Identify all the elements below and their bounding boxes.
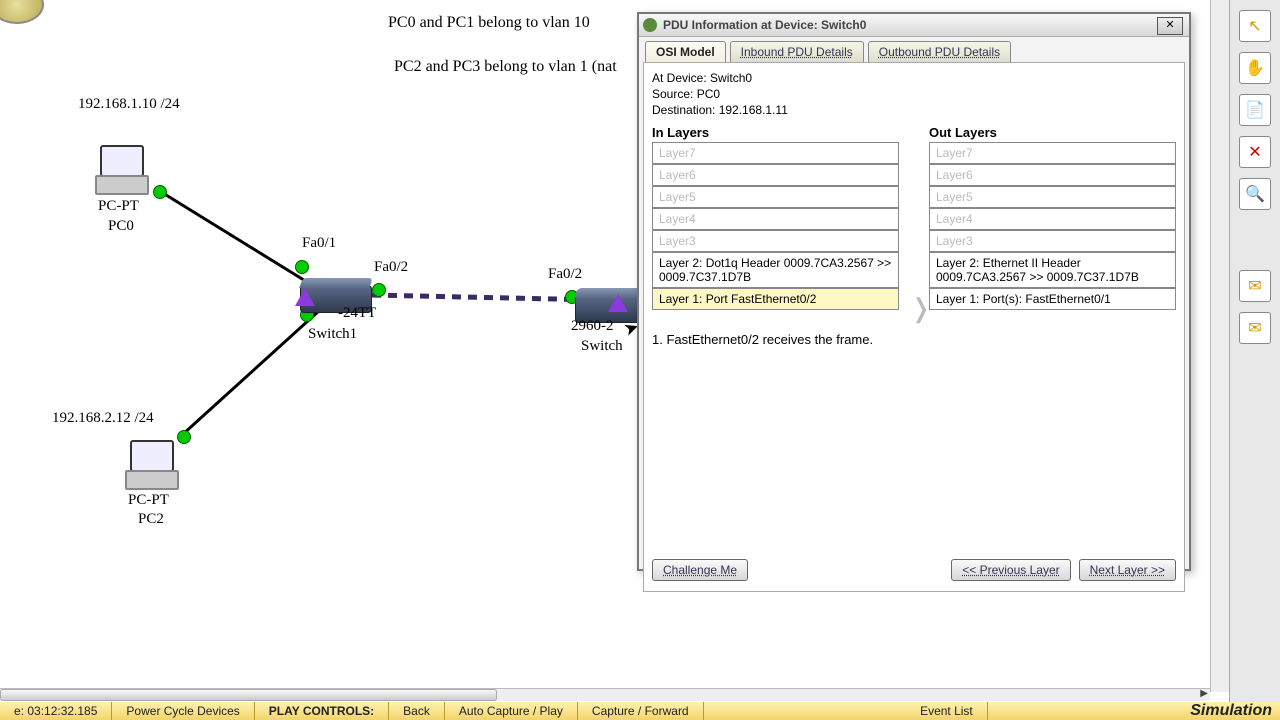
tool-hand-icon[interactable]: ✋ xyxy=(1239,52,1271,84)
out-layers-column: Out Layers Layer7 Layer6 Layer5 Layer4 L… xyxy=(929,125,1176,310)
out-layers-header: Out Layers xyxy=(929,125,1176,140)
note-vlan10: PC0 and PC1 belong to vlan 10 xyxy=(388,14,590,32)
switch0-port-fa02: Fa0/2 xyxy=(548,266,582,283)
right-toolbar: ↖ ✋ 📄 ✕ 🔍 ✉ ✉ xyxy=(1229,0,1280,720)
switch0-name-label: Switch xyxy=(581,338,623,355)
switch0-model-label: 2960-2 xyxy=(571,318,614,335)
tool-select-icon[interactable]: ↖ xyxy=(1239,10,1271,42)
pc0-ip-label: 192.168.1.10 /24 xyxy=(78,96,180,113)
pc2-ip-label: 192.168.2.12 /24 xyxy=(52,410,154,427)
in-layer3[interactable]: Layer3 xyxy=(652,230,899,252)
back-button[interactable]: Back xyxy=(389,702,445,720)
link-status-dot xyxy=(295,260,309,274)
pdu-marker-icon[interactable] xyxy=(295,288,315,306)
out-layer2[interactable]: Layer 2: Ethernet II Header 0009.7CA3.25… xyxy=(929,252,1176,288)
pdu-marker-icon[interactable] xyxy=(608,294,628,312)
close-button[interactable]: ✕ xyxy=(1157,17,1183,35)
switch1-model-label: -24TT xyxy=(338,305,376,322)
pdu-tabs: OSI Model Inbound PDU Details Outbound P… xyxy=(639,37,1189,62)
pc0-type-label: PC-PT xyxy=(98,198,139,215)
in-layer6[interactable]: Layer6 xyxy=(652,164,899,186)
layers-arrow-icon: ❭ xyxy=(910,293,932,324)
tab-osi-model[interactable]: OSI Model xyxy=(645,41,726,62)
tab-outbound-pdu[interactable]: Outbound PDU Details xyxy=(868,41,1011,62)
horizontal-scrollbar[interactable]: ▶ xyxy=(0,688,1210,701)
mode-label[interactable]: Simulation xyxy=(1190,702,1280,720)
window-app-icon xyxy=(643,18,657,32)
capture-forward-button[interactable]: Capture / Forward xyxy=(578,702,704,720)
in-layer4[interactable]: Layer4 xyxy=(652,208,899,230)
tool-complex-pdu-icon[interactable]: ✉ xyxy=(1239,312,1271,344)
out-layer5[interactable]: Layer5 xyxy=(929,186,1176,208)
pc2-type-label: PC-PT xyxy=(128,492,169,509)
in-layer1[interactable]: Layer 1: Port FastEthernet0/2 xyxy=(652,288,899,310)
previous-layer-button[interactable]: << Previous Layer xyxy=(951,559,1070,581)
auto-capture-button[interactable]: Auto Capture / Play xyxy=(445,702,578,720)
tool-inspect-icon[interactable]: 🔍 xyxy=(1239,178,1271,210)
link-status-dot xyxy=(153,185,167,199)
status-bar: e: 03:12:32.185 Power Cycle Devices PLAY… xyxy=(0,702,1280,720)
switch1-port-fa01: Fa0/1 xyxy=(302,235,336,252)
link-status-dot xyxy=(372,283,386,297)
pc0-icon[interactable] xyxy=(95,145,145,195)
out-layer1[interactable]: Layer 1: Port(s): FastEthernet0/1 xyxy=(929,288,1176,310)
window-title: PDU Information at Device: Switch0 xyxy=(663,18,866,32)
out-layer4[interactable]: Layer4 xyxy=(929,208,1176,230)
tool-delete-icon[interactable]: ✕ xyxy=(1239,136,1271,168)
note-vlan1: PC2 and PC3 belong to vlan 1 (nat xyxy=(394,58,617,76)
scrollbar-thumb[interactable] xyxy=(0,689,497,701)
next-layer-button[interactable]: Next Layer >> xyxy=(1079,559,1176,581)
power-cycle-button[interactable]: Power Cycle Devices xyxy=(112,702,254,720)
in-layer7[interactable]: Layer7 xyxy=(652,142,899,164)
scroll-right-arrow-icon[interactable]: ▶ xyxy=(1200,688,1208,699)
pdu-meta: At Device: Switch0 Source: PC0 Destinati… xyxy=(652,71,1176,117)
process-description: 1. FastEthernet0/2 receives the frame. xyxy=(652,332,1176,347)
vertical-scrollbar[interactable] xyxy=(1210,0,1229,692)
pc2-name-label: PC2 xyxy=(138,511,164,528)
in-layer5[interactable]: Layer5 xyxy=(652,186,899,208)
meta-source: Source: PC0 xyxy=(652,87,1176,101)
switch1-name-label: Switch1 xyxy=(308,326,357,343)
pc2-icon[interactable] xyxy=(125,440,175,490)
in-layers-column: In Layers Layer7 Layer6 Layer5 Layer4 La… xyxy=(652,125,899,310)
pdu-info-window: PDU Information at Device: Switch0 ✕ OSI… xyxy=(637,12,1191,571)
tab-inbound-pdu[interactable]: Inbound PDU Details xyxy=(730,41,864,62)
switch1-port-fa02: Fa0/2 xyxy=(374,259,408,276)
pc0-name-label: PC0 xyxy=(108,218,134,235)
link-status-dot xyxy=(177,430,191,444)
tool-note-icon[interactable]: 📄 xyxy=(1239,94,1271,126)
event-list-button[interactable]: Event List xyxy=(906,702,988,720)
out-layer7[interactable]: Layer7 xyxy=(929,142,1176,164)
play-controls-label: PLAY CONTROLS: xyxy=(255,702,389,720)
in-layer2[interactable]: Layer 2: Dot1q Header 0009.7CA3.2567 >> … xyxy=(652,252,899,288)
challenge-me-button[interactable]: Challenge Me xyxy=(652,559,748,581)
router-icon[interactable] xyxy=(0,0,44,24)
meta-device: At Device: Switch0 xyxy=(652,71,1176,85)
meta-destination: Destination: 192.168.1.11 xyxy=(652,103,1176,117)
tool-simple-pdu-icon[interactable]: ✉ xyxy=(1239,270,1271,302)
pdu-body: At Device: Switch0 Source: PC0 Destinati… xyxy=(643,62,1185,592)
out-layer6[interactable]: Layer6 xyxy=(929,164,1176,186)
out-layer3[interactable]: Layer3 xyxy=(929,230,1176,252)
sim-time: e: 03:12:32.185 xyxy=(0,702,112,720)
in-layers-header: In Layers xyxy=(652,125,899,140)
window-titlebar[interactable]: PDU Information at Device: Switch0 ✕ xyxy=(639,14,1189,37)
